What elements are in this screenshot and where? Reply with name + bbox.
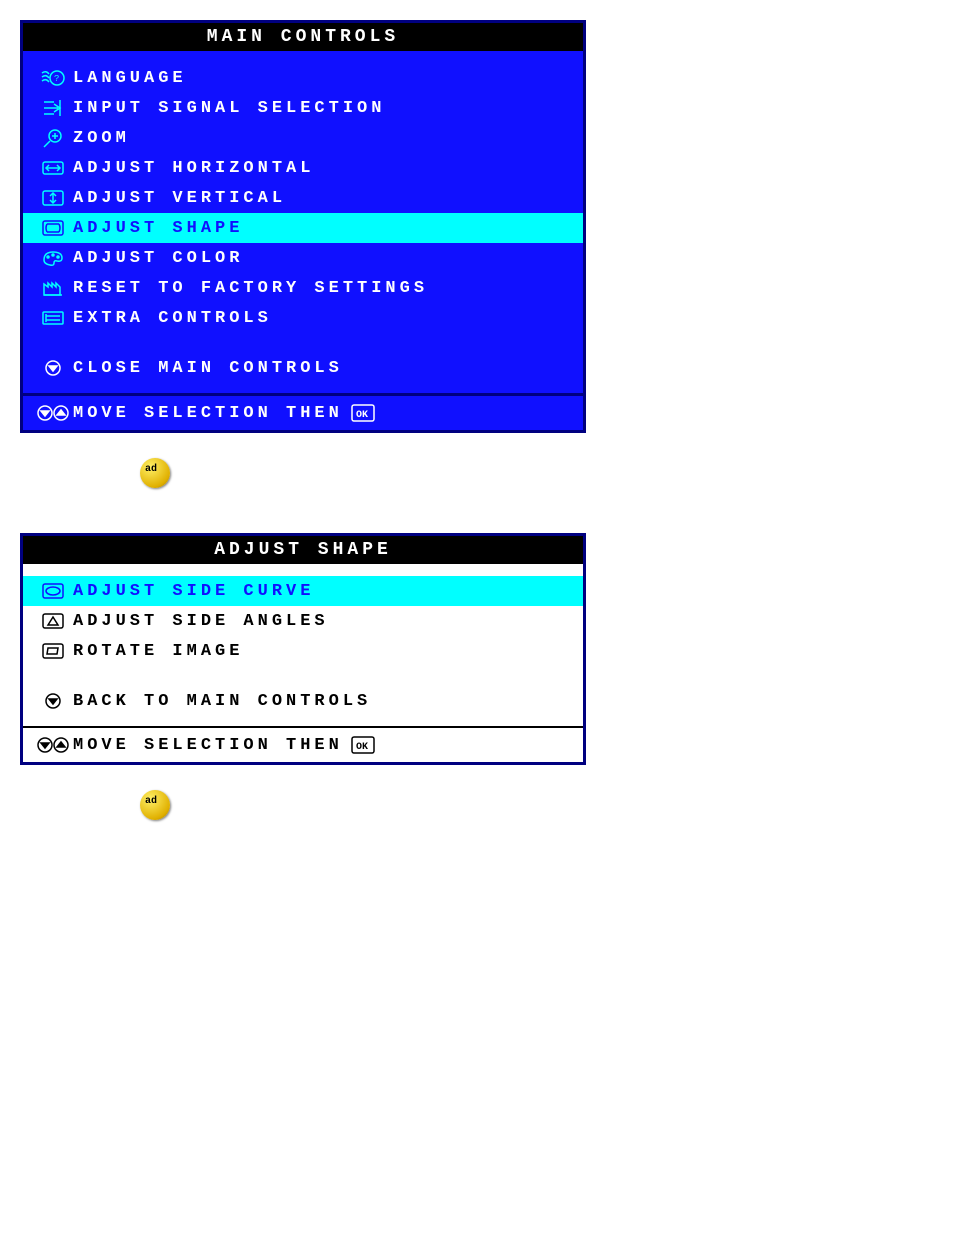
menu-item-reset-factory[interactable]: RESET TO FACTORY SETTINGS: [23, 273, 583, 303]
menu-item-side-angles[interactable]: ADJUST SIDE ANGLES: [23, 606, 583, 636]
side-angles-icon: [33, 611, 73, 631]
menu-item-adjust-vertical[interactable]: ADJUST VERTICAL: [23, 183, 583, 213]
menu-label: ZOOM: [73, 129, 130, 148]
menu-label: ADJUST SIDE ANGLES: [73, 612, 329, 631]
up-down-arrows-icon: [33, 402, 73, 424]
menu-item-adjust-horizontal[interactable]: ADJUST HORIZONTAL: [23, 153, 583, 183]
menu-label: ADJUST SHAPE: [73, 219, 243, 238]
down-arrow-icon: [33, 358, 73, 378]
menu-item-input-signal[interactable]: INPUT SIGNAL SELECTION: [23, 93, 583, 123]
menu-label: BACK TO MAIN CONTROLS: [73, 692, 371, 711]
ok-icon: OK: [351, 404, 375, 422]
ok-button-badge[interactable]: [140, 458, 170, 488]
menu-label: ADJUST SIDE CURVE: [73, 582, 314, 601]
svg-text:OK: OK: [356, 410, 368, 421]
zoom-icon: [33, 128, 73, 148]
adjust-shape-window: ADJUST SHAPE ADJUST SIDE CURVE ADJUST SI…: [20, 533, 586, 765]
menu-item-close[interactable]: CLOSE MAIN CONTROLS: [23, 353, 583, 383]
menu-label: INPUT SIGNAL SELECTION: [73, 99, 385, 118]
factory-icon: [33, 278, 73, 298]
menu-item-language[interactable]: ? LANGUAGE: [23, 63, 583, 93]
menu-label: EXTRA CONTROLS: [73, 309, 272, 328]
rotate-icon: [33, 641, 73, 661]
menu-label: LANGUAGE: [73, 69, 187, 88]
input-signal-icon: [33, 98, 73, 118]
extra-icon: [33, 308, 73, 328]
menu-item-back[interactable]: BACK TO MAIN CONTROLS: [23, 686, 583, 716]
svg-text:OK: OK: [356, 742, 368, 753]
svg-text:?: ?: [54, 74, 59, 84]
menu-item-side-curve[interactable]: ADJUST SIDE CURVE: [23, 576, 583, 606]
menu-item-extra-controls[interactable]: EXTRA CONTROLS: [23, 303, 583, 333]
main-title: MAIN CONTROLS: [23, 23, 583, 51]
footer-text: MOVE SELECTION THEN: [73, 736, 343, 755]
main-footer: MOVE SELECTION THEN OK: [23, 393, 583, 430]
menu-item-zoom[interactable]: ZOOM: [23, 123, 583, 153]
menu-label: RESET TO FACTORY SETTINGS: [73, 279, 428, 298]
ok-button-badge[interactable]: [140, 790, 170, 820]
up-down-arrows-icon: [33, 734, 73, 756]
shape-menu: ADJUST SIDE CURVE ADJUST SIDE ANGLES ROT…: [23, 564, 583, 726]
ok-icon: OK: [351, 736, 375, 754]
down-arrow-icon: [33, 691, 73, 711]
shape-footer: MOVE SELECTION THEN OK: [23, 726, 583, 762]
horizontal-icon: [33, 158, 73, 178]
menu-label: ADJUST VERTICAL: [73, 189, 286, 208]
menu-label: CLOSE MAIN CONTROLS: [73, 359, 343, 378]
shape-title: ADJUST SHAPE: [23, 536, 583, 564]
main-controls-window: MAIN CONTROLS ? LANGUAGE INPUT SIGNAL SE…: [20, 20, 586, 433]
menu-label: ADJUST HORIZONTAL: [73, 159, 314, 178]
menu-item-rotate-image[interactable]: ROTATE IMAGE: [23, 636, 583, 666]
menu-item-adjust-color[interactable]: ADJUST COLOR: [23, 243, 583, 273]
color-icon: [33, 248, 73, 268]
menu-label: ADJUST COLOR: [73, 249, 243, 268]
main-menu: ? LANGUAGE INPUT SIGNAL SELECTION ZOOM A…: [23, 51, 583, 393]
shape-icon: [33, 218, 73, 238]
footer-text: MOVE SELECTION THEN: [73, 404, 343, 423]
vertical-icon: [33, 188, 73, 208]
menu-label: ROTATE IMAGE: [73, 642, 243, 661]
menu-item-adjust-shape[interactable]: ADJUST SHAPE: [23, 213, 583, 243]
language-icon: ?: [33, 68, 73, 88]
side-curve-icon: [33, 581, 73, 601]
